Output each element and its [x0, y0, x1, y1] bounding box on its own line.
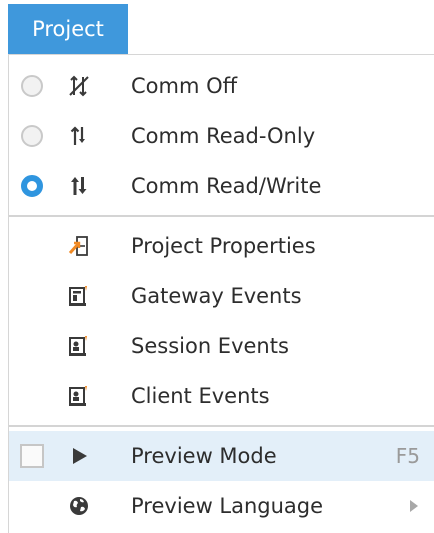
comm-off-radio[interactable] — [19, 73, 45, 99]
menu-separator — [9, 425, 434, 427]
session-events-label: Session Events — [131, 334, 289, 358]
menu-item-comm-read-write[interactable]: Comm Read/Write — [9, 161, 434, 211]
submenu-arrow-icon — [410, 500, 418, 512]
comm-off-label: Comm Off — [131, 74, 238, 98]
menu-item-gateway-events[interactable]: Gateway Events — [9, 271, 434, 321]
menu-item-preview-mode[interactable]: Preview Mode F5 — [9, 431, 434, 481]
client-events-icon — [67, 384, 91, 408]
preview-mode-label: Preview Mode — [131, 444, 277, 468]
menu-item-preview-language[interactable]: Preview Language — [9, 481, 434, 531]
menu-bar: Project — [0, 0, 434, 54]
preview-mode-shortcut: F5 — [395, 444, 420, 468]
comm-read-write-label: Comm Read/Write — [131, 174, 322, 198]
preview-mode-checkbox[interactable] — [19, 443, 45, 469]
project-properties-icon — [67, 234, 91, 258]
project-menu-tab[interactable]: Project — [8, 4, 128, 54]
play-icon — [67, 444, 91, 468]
menu-item-client-events[interactable]: Client Events — [9, 371, 434, 421]
comm-read-write-radio[interactable] — [19, 173, 45, 199]
session-events-icon — [67, 334, 91, 358]
preview-language-label: Preview Language — [131, 494, 324, 518]
menu-item-session-events[interactable]: Session Events — [9, 321, 434, 371]
comm-read-only-label: Comm Read-Only — [131, 124, 316, 148]
menu-item-comm-off[interactable]: Comm Off — [9, 61, 434, 111]
menu-item-project-properties[interactable]: Project Properties — [9, 221, 434, 271]
comm-read-only-icon — [67, 124, 91, 148]
menu-separator — [9, 215, 434, 217]
gateway-events-icon — [67, 284, 91, 308]
project-dropdown-menu: Comm Off Comm Read-Only Comm Read/Write … — [8, 54, 434, 533]
project-properties-label: Project Properties — [131, 234, 316, 258]
comm-off-icon — [67, 74, 91, 98]
gateway-events-label: Gateway Events — [131, 284, 302, 308]
globe-icon — [67, 494, 91, 518]
comm-read-write-icon — [67, 174, 91, 198]
menu-item-comm-read-only[interactable]: Comm Read-Only — [9, 111, 434, 161]
comm-read-only-radio[interactable] — [19, 123, 45, 149]
client-events-label: Client Events — [131, 384, 270, 408]
